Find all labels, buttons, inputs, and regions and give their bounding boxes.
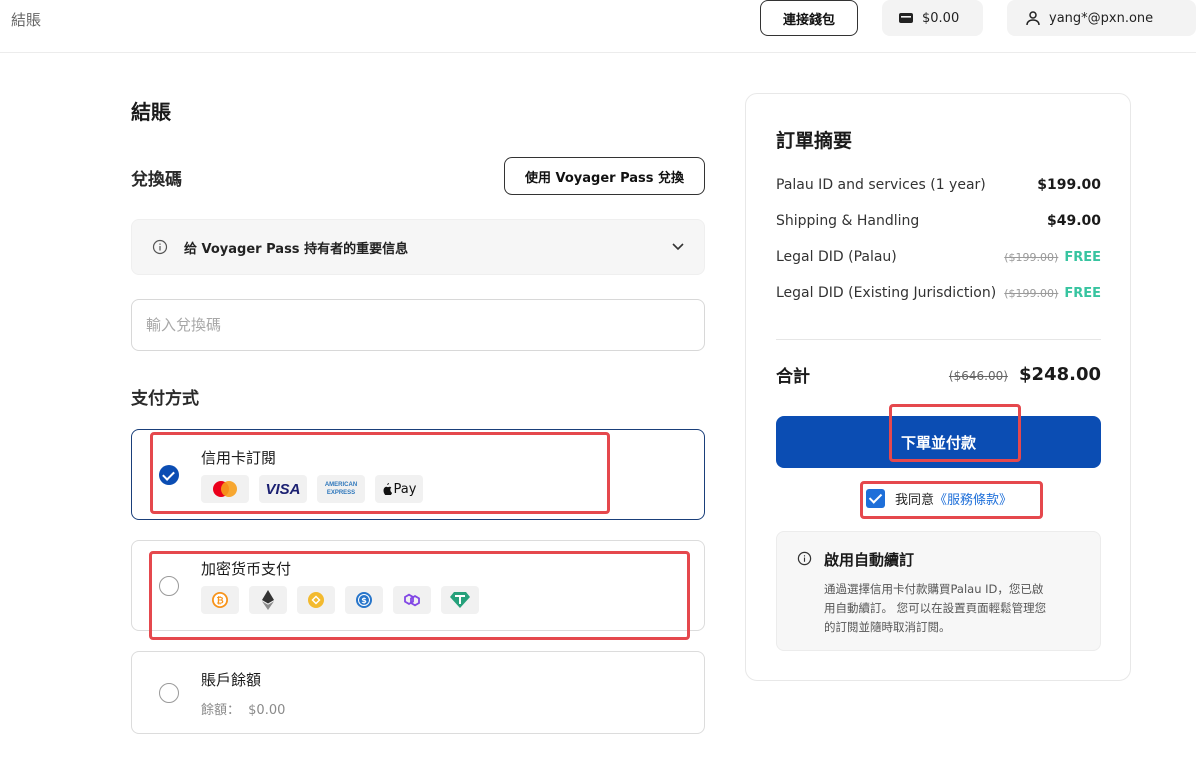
terms-agreement: 我同意《服務條款》 <box>866 489 1012 508</box>
credit-card-radio[interactable] <box>159 465 179 485</box>
auto-renew-notice: 啟用自動續訂 通過選擇信用卡付款購買Palau ID，您已啟用自動續訂。 您可以… <box>776 531 1101 651</box>
account-balance-amount: 餘額： $0.00 <box>201 703 286 718</box>
terms-checkbox[interactable] <box>866 489 885 508</box>
wallet-balance-button[interactable]: $0.00 <box>882 0 983 36</box>
terms-of-service-link[interactable]: 《服務條款》 <box>934 493 1012 508</box>
user-email: yang*@pxn.one <box>1049 10 1154 26</box>
credit-card-label: 信用卡訂閱 <box>201 449 277 467</box>
account-balance-radio[interactable] <box>159 683 179 703</box>
account-balance-label: 賬戶餘額 <box>201 671 262 689</box>
page-title: 結賬 <box>131 100 171 124</box>
order-summary-card: 訂單摘要 Palau ID and services (1 year) $199… <box>745 93 1131 681</box>
connect-wallet-button[interactable]: 連接錢包 <box>760 0 858 36</box>
payment-section-title: 支付方式 <box>131 389 199 409</box>
info-icon <box>797 551 812 566</box>
apple-pay-icon: Pay <box>375 475 423 503</box>
usdc-icon: $ <box>345 586 383 614</box>
agree-text: 我同意 <box>895 493 935 508</box>
summary-divider <box>776 339 1101 340</box>
total-label: 合計 <box>776 367 810 387</box>
mastercard-icon <box>201 475 249 503</box>
voyager-pass-redeem-button[interactable]: 使用 Voyager Pass 兌換 <box>504 157 705 195</box>
voyager-info-accordion[interactable]: 给 Voyager Pass 持有者的重要信息 <box>131 219 705 275</box>
auto-renew-body: 通過選擇信用卡付款購買Palau ID，您已啟用自動續訂。 您可以在設置頁面輕鬆… <box>824 582 1047 634</box>
place-order-button[interactable]: 下單並付款 <box>776 416 1101 468</box>
visa-icon: VISA <box>259 475 307 503</box>
user-icon <box>1026 11 1040 26</box>
user-menu-button[interactable]: yang*@pxn.one <box>1007 0 1196 36</box>
order-summary-title: 訂單摘要 <box>776 130 853 152</box>
summary-line-item: Legal DID (Existing Jurisdiction) ($199.… <box>776 285 1101 301</box>
info-icon <box>152 239 168 255</box>
redeem-code-input[interactable] <box>131 299 705 351</box>
crypto-radio[interactable] <box>159 576 179 596</box>
total-amount: $248.00 <box>1019 364 1101 385</box>
redeem-section-title: 兌換碼 <box>131 170 182 190</box>
ethereum-icon <box>249 586 287 614</box>
svg-text:₿: ₿ <box>216 596 223 607</box>
bnb-icon <box>297 586 335 614</box>
total-row: 合計 ($646.00) $248.00 <box>776 362 1101 387</box>
wallet-icon <box>899 13 913 23</box>
svg-text:$: $ <box>361 596 367 605</box>
tether-icon <box>441 586 479 614</box>
amex-icon: AMERICAN EXPRESS <box>317 475 365 503</box>
auto-renew-title: 啟用自動續訂 <box>824 551 915 569</box>
payment-option-credit-card[interactable]: 信用卡訂閱 VISA AMERICAN EXPRESS Pay <box>131 429 705 520</box>
bitcoin-icon: ₿ <box>201 586 239 614</box>
balance-amount: $0.00 <box>922 10 960 26</box>
total-original: ($646.00) <box>948 369 1008 383</box>
summary-line-item: Shipping & Handling $49.00 <box>776 213 1101 229</box>
chevron-down-icon <box>672 243 684 251</box>
polygon-icon <box>393 586 431 614</box>
payment-option-account-balance[interactable]: 賬戶餘額 餘額： $0.00 <box>131 651 705 734</box>
top-bar: 結賬 連接錢包 $0.00 yang*@pxn.one <box>0 0 1196 53</box>
crypto-label: 加密货币支付 <box>201 560 292 578</box>
voyager-info-label: 给 Voyager Pass 持有者的重要信息 <box>184 241 409 257</box>
summary-line-item: Legal DID (Palau) ($199.00) FREE <box>776 249 1101 265</box>
summary-line-item: Palau ID and services (1 year) $199.00 <box>776 177 1101 193</box>
payment-option-crypto[interactable]: 加密货币支付 ₿ $ <box>131 540 705 631</box>
breadcrumb: 結賬 <box>11 11 42 29</box>
